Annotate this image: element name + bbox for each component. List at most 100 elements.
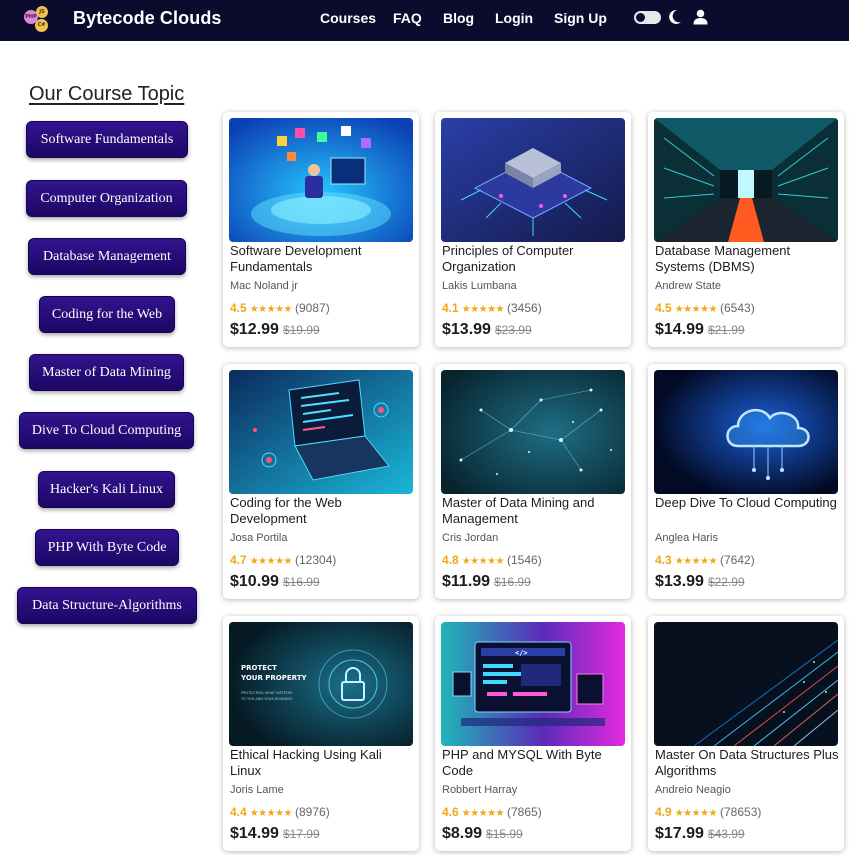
topic-php-byte-code[interactable]: PHP With Byte Code (35, 529, 179, 566)
course-thumbnail[interactable] (654, 370, 838, 494)
brand-name[interactable]: Bytecode Clouds (73, 8, 222, 29)
course-title[interactable]: Software Development Fundamentals (230, 243, 416, 275)
user-icon[interactable] (693, 9, 708, 25)
course-rating: 4.5 ★★★★★ (6543) (655, 301, 755, 315)
course-card[interactable]: Master of Data Mining and Management Cri… (435, 364, 631, 599)
sidebar-heading: Our Course Topic (29, 83, 185, 105)
course-thumbnail[interactable] (654, 118, 838, 242)
topic-data-mining[interactable]: Master of Data Mining (29, 354, 184, 391)
nav-blog[interactable]: Blog (443, 10, 474, 26)
course-rating: 4.7 ★★★★★ (12304) (230, 553, 336, 567)
topic-software-fundamentals[interactable]: Software Fundamentals (26, 121, 188, 158)
course-price: $11.99 $16.99 (442, 573, 531, 591)
course-card[interactable]: Deep Dive To Cloud Computing Anglea Hari… (648, 364, 844, 599)
nav-faq[interactable]: FAQ (393, 10, 422, 26)
server-room (654, 118, 838, 242)
course-card[interactable]: </> PHP and MYSQL With Byte Code Robbert… (435, 616, 631, 851)
star-rating-icon: ★★★★★ (461, 304, 505, 315)
course-card[interactable]: Coding for the Web Development Josa Port… (223, 364, 419, 599)
course-thumbnail[interactable]: </> (441, 622, 625, 746)
security-lock: PROTECT YOUR PROPERTY PROTECTING WHAT MA… (229, 622, 413, 746)
course-rating: 4.9 ★★★★★ (78653) (655, 805, 761, 819)
course-title[interactable]: Ethical Hacking Using Kali Linux (230, 747, 416, 779)
review-count: (1546) (507, 553, 542, 567)
course-title[interactable]: Principles of Computer Organization (442, 243, 628, 275)
course-thumbnail[interactable] (654, 622, 838, 746)
lock-text-3: PROTECTING WHAT MATTERS (241, 691, 293, 695)
laptop-code (229, 370, 413, 494)
toggle-knob (636, 13, 645, 22)
nav-login[interactable]: Login (495, 10, 533, 26)
current-price: $14.99 (655, 321, 704, 338)
review-count: (8976) (295, 805, 330, 819)
course-title[interactable]: Coding for the Web Development (230, 495, 416, 527)
original-price: $21.99 (707, 323, 745, 337)
star-rating-icon: ★★★★★ (249, 556, 293, 567)
topic-coding-for-web[interactable]: Coding for the Web (39, 296, 175, 333)
review-count: (6543) (720, 301, 755, 315)
current-price: $14.99 (230, 825, 279, 842)
theme-toggle[interactable] (634, 11, 661, 24)
cpu-chip (441, 118, 625, 242)
moon-icon[interactable] (668, 9, 682, 25)
course-title[interactable]: Database Management Systems (DBMS) (655, 243, 841, 275)
course-card[interactable]: Principles of Computer Organization Laki… (435, 112, 631, 347)
top-navbar: PHP JS C# Bytecode Clouds Courses FAQ Bl… (0, 0, 849, 41)
cloud-circuit (654, 370, 838, 494)
topic-cloud-computing[interactable]: Dive To Cloud Computing (19, 412, 194, 449)
course-thumbnail[interactable] (441, 370, 625, 494)
rating-value: 4.9 (655, 805, 672, 819)
light-streaks (654, 622, 838, 746)
review-count: (12304) (295, 553, 337, 567)
course-author: Josa Portila (230, 532, 288, 544)
course-author: Cris Jordan (442, 532, 499, 544)
course-price: $8.99 $15.99 (442, 825, 523, 843)
topic-database-management[interactable]: Database Management (28, 238, 186, 275)
code-screens: </> (441, 622, 625, 746)
logo-badge-js: JS (36, 6, 48, 18)
course-thumbnail[interactable] (441, 118, 625, 242)
rating-value: 4.5 (655, 301, 672, 315)
original-price: $16.99 (494, 575, 531, 589)
course-rating: 4.6 ★★★★★ (7865) (442, 805, 542, 819)
course-title[interactable]: Master of Data Mining and Management (442, 495, 628, 527)
course-card[interactable]: Software Development Fundamentals Mac No… (223, 112, 419, 347)
nav-sign-up[interactable]: Sign Up (554, 10, 607, 26)
course-price: $13.99 $23.99 (442, 321, 532, 339)
course-thumbnail[interactable] (229, 118, 413, 242)
course-author: Andreio Neagio (655, 784, 731, 796)
course-card[interactable]: Database Management Systems (DBMS) Andre… (648, 112, 844, 347)
topic-computer-organization[interactable]: Computer Organization (26, 180, 187, 217)
rating-value: 4.1 (442, 301, 459, 315)
logo-icon[interactable]: PHP JS C# (24, 6, 50, 32)
course-title[interactable]: Deep Dive To Cloud Computing (655, 495, 841, 511)
topic-data-structures[interactable]: Data Structure-Algorithms (17, 587, 197, 624)
star-rating-icon: ★★★★★ (461, 808, 505, 819)
star-rating-icon: ★★★★★ (249, 304, 293, 315)
course-author: Robbert Harray (442, 784, 518, 796)
course-price: $17.99 $43.99 (655, 825, 745, 843)
course-card[interactable]: Master On Data Structures Plus Algorithm… (648, 616, 844, 851)
course-price: $12.99 $19.99 (230, 321, 320, 339)
course-title[interactable]: PHP and MYSQL With Byte Code (442, 747, 628, 779)
course-price: $14.99 $21.99 (655, 321, 745, 339)
star-rating-icon: ★★★★★ (249, 808, 293, 819)
course-rating: 4.3 ★★★★★ (7642) (655, 553, 755, 567)
course-thumbnail[interactable]: PROTECT YOUR PROPERTY PROTECTING WHAT MA… (229, 622, 413, 746)
course-price: $14.99 $17.99 (230, 825, 320, 843)
code-tag-text: </> (515, 649, 528, 657)
course-rating: 4.1 ★★★★★ (3456) (442, 301, 542, 315)
course-card[interactable]: PROTECT YOUR PROPERTY PROTECTING WHAT MA… (223, 616, 419, 851)
course-price: $13.99 $22.99 (655, 573, 745, 591)
course-author: Andrew State (655, 280, 722, 292)
original-price: $16.99 (282, 575, 320, 589)
nav-courses[interactable]: Courses (320, 10, 376, 26)
course-thumbnail[interactable] (229, 370, 413, 494)
course-title[interactable]: Master On Data Structures Plus Algorithm… (655, 747, 841, 779)
course-author: Mac Noland jr (230, 280, 298, 292)
course-price: $10.99 $16.99 (230, 573, 320, 591)
topic-kali-linux[interactable]: Hacker's Kali Linux (38, 471, 175, 508)
rating-value: 4.7 (230, 553, 247, 567)
current-price: $11.99 (442, 573, 491, 590)
original-price: $17.99 (282, 827, 320, 841)
